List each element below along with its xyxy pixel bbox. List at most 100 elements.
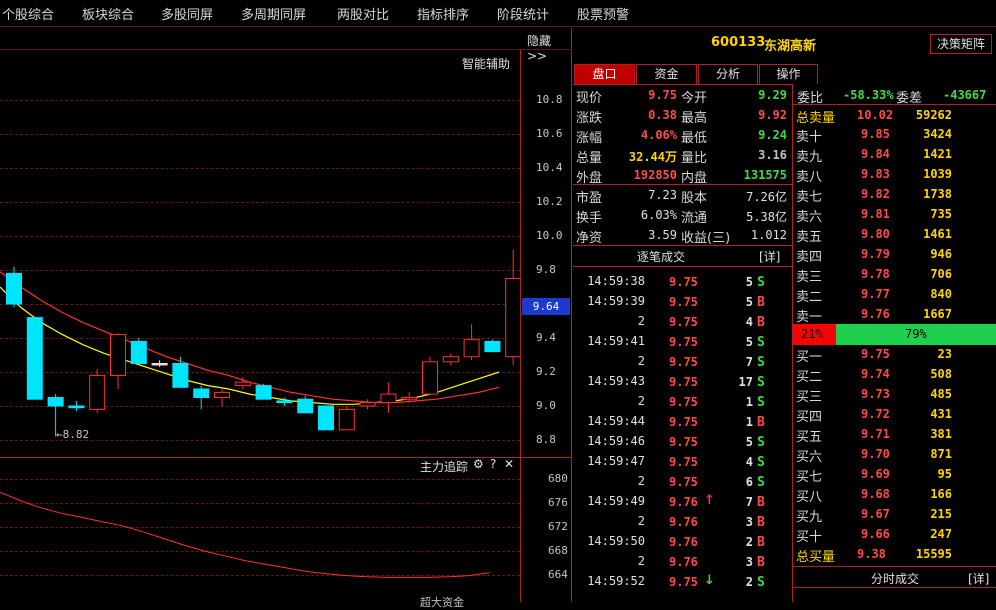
tick-side: S <box>757 275 765 290</box>
weibi-value: -58.33% <box>843 88 894 102</box>
tick-row: 14:59:39 9.75 5 B <box>573 293 792 313</box>
menu-item-stock-overview[interactable]: 个股综合 <box>2 4 54 23</box>
tick-time: 14:59:47 <box>587 454 645 468</box>
tick-row: 14:59:46 9.75 5 S <box>573 433 792 453</box>
order-level-row: 卖四 9.79 946 <box>793 245 996 265</box>
price-axis-label: 10.0 <box>536 229 563 242</box>
level-price: 9.85 <box>861 127 890 141</box>
price-axis-label: 10.2 <box>536 195 563 208</box>
tick-row: 14:59:38 9.75 5 S <box>573 273 792 293</box>
menu-item-sector-overview[interactable]: 板块综合 <box>82 4 134 23</box>
field-value: 192850 <box>633 168 677 182</box>
weicha-value: -43667 <box>943 88 987 102</box>
tick-time: 2 <box>637 394 645 408</box>
field-label: 今开 <box>681 91 708 106</box>
candle-body <box>151 363 168 366</box>
menu-item-indicator-sort[interactable]: 指标排序 <box>417 4 469 23</box>
level-label: 卖四 <box>796 250 823 265</box>
ratio-bar: 21% 79% <box>793 324 996 345</box>
tick-row: 2 9.75 1 S <box>573 393 792 413</box>
tab-analysis[interactable]: 分析 <box>698 64 758 84</box>
field-value: 9.75 <box>648 88 677 102</box>
tick-price: 9.75 <box>669 315 698 329</box>
tick-volume: 1 <box>745 415 753 429</box>
minute-trades-title: 分时成交 <box>871 572 920 586</box>
level-volume: 946 <box>930 247 952 261</box>
settings-icon[interactable]: ⚙ <box>473 457 484 471</box>
menu-item-multi-stock[interactable]: 多股同屏 <box>161 4 213 23</box>
field-value: 9.92 <box>758 108 787 122</box>
tick-side: B <box>757 555 765 570</box>
tab-capital[interactable]: 资金 <box>636 64 697 84</box>
tick-volume: 7 <box>745 495 753 509</box>
sub-axis-label: 680 <box>548 472 568 485</box>
candle-body <box>172 363 189 388</box>
decision-matrix-button[interactable]: 决策矩阵 <box>930 34 992 54</box>
tick-time: 14:59:39 <box>587 294 645 308</box>
tick-price: 9.76 <box>669 555 698 569</box>
ratio-buy-pct: 79% <box>905 327 927 341</box>
tick-price: 9.75 <box>669 455 698 469</box>
tick-time: 14:59:49 <box>587 494 645 508</box>
level-volume: 431 <box>930 407 952 421</box>
total-sell-row: 总卖量 10.02 59262 <box>793 106 996 126</box>
candle-body <box>47 397 64 407</box>
help-icon[interactable]: ? <box>490 457 496 471</box>
hide-panel-button[interactable]: 隐藏>> <box>527 32 571 63</box>
tab-underline <box>573 84 792 85</box>
candle-body <box>359 402 376 407</box>
total-sell-label: 总卖量 <box>796 111 836 126</box>
level-price: 9.83 <box>861 167 890 181</box>
level-label: 买九 <box>796 510 823 525</box>
level-volume: 1667 <box>923 307 952 321</box>
order-level-row: 买十 9.66 247 <box>793 525 996 545</box>
tab-handicap[interactable]: 盘口 <box>574 64 635 84</box>
main-force-chart[interactable] <box>0 470 520 602</box>
total-sell-volume: 59262 <box>915 108 952 122</box>
tick-row: 14:59:47 9.75 4 S <box>573 453 792 473</box>
menu-item-stage-stats[interactable]: 阶段统计 <box>497 4 549 23</box>
candle-body <box>297 398 314 414</box>
tick-side: S <box>757 355 765 370</box>
chart-header-strip <box>0 28 572 50</box>
menu-item-compare[interactable]: 两股对比 <box>337 4 389 23</box>
tick-side: S <box>757 375 765 390</box>
level-label: 卖九 <box>796 150 823 165</box>
quote-field-row: 总量 32.44万 量比 3.16 <box>573 146 792 166</box>
total-buy-volume: 15595 <box>915 547 952 561</box>
field-value: 7.26亿 <box>746 190 787 204</box>
tab-operation[interactable]: 操作 <box>759 64 818 84</box>
candle-body <box>89 374 106 410</box>
tick-price: 9.76 <box>669 515 698 529</box>
level-label: 卖七 <box>796 190 823 205</box>
level-volume: 95 <box>937 467 952 481</box>
quote-field-row: 换手 6.03% 流通 5.38亿 <box>573 206 792 226</box>
field-value: 9.24 <box>758 128 787 142</box>
field-value: 6.03% <box>640 208 677 222</box>
tick-price: 9.75 <box>669 355 698 369</box>
candlestick-chart[interactable] <box>0 55 520 455</box>
tick-row: 14:59:52 9.75 ↓ 2 S <box>573 573 792 593</box>
candle-body <box>68 405 85 409</box>
tick-volume: 5 <box>745 335 753 349</box>
close-icon[interactable]: ✕ <box>504 457 514 471</box>
tick-row: 14:59:50 9.76 2 B <box>573 533 792 553</box>
tick-time: 14:59:38 <box>587 274 645 288</box>
level-price: 9.78 <box>861 267 890 281</box>
menu-item-stock-alert[interactable]: 股票预警 <box>577 4 629 23</box>
tick-time: 14:59:52 <box>587 574 645 588</box>
tick-volume: 5 <box>745 435 753 449</box>
tick-side: B <box>757 415 765 430</box>
level-label: 买一 <box>796 350 823 365</box>
level-label: 买五 <box>796 430 823 445</box>
order-level-row: 卖六 9.81 735 <box>793 205 996 225</box>
candle-body <box>130 340 147 364</box>
tick-side: B <box>757 495 765 510</box>
minute-trades-detail-link[interactable]: [详] <box>968 570 989 587</box>
menu-item-multi-period[interactable]: 多周期同屏 <box>241 4 306 23</box>
field-value: 32.44万 <box>628 150 677 164</box>
quote-header: 600133 东湖高新 决策矩阵 <box>573 28 996 64</box>
ticks-detail-link[interactable]: [详] <box>759 248 780 265</box>
tick-price: 9.76 <box>669 535 698 549</box>
tick-price: 9.75 <box>669 575 698 589</box>
